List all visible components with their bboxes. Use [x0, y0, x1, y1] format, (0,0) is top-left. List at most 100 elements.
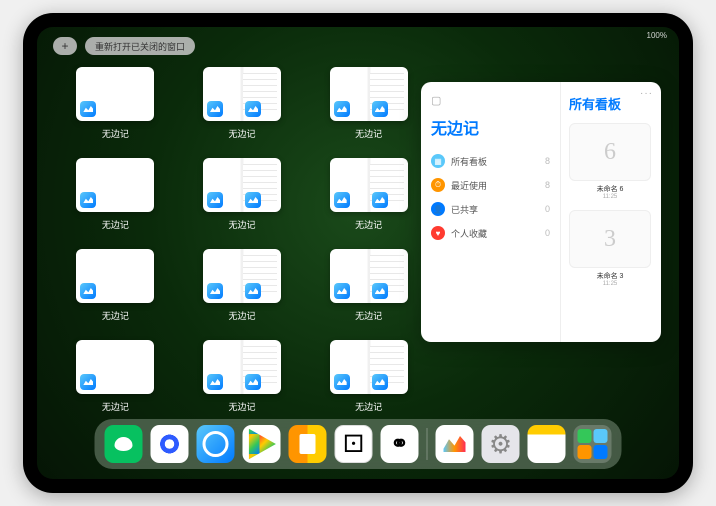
sidebar-item[interactable]: 👤 已共享 0 [431, 197, 550, 221]
board-thumbnail: 3 [569, 210, 651, 268]
window-thumbnail[interactable]: 无边记 [194, 158, 291, 231]
freeform-icon [245, 192, 261, 208]
thumbnail-preview [76, 249, 154, 303]
thumbnail-label: 无边记 [228, 127, 255, 140]
person-icon: 👤 [431, 202, 445, 216]
window-thumbnail[interactable]: 无边记 [67, 67, 164, 140]
qq-app-icon[interactable] [197, 425, 235, 463]
thumbnail-label: 无边记 [102, 127, 129, 140]
thumbnail-label: 无边记 [228, 218, 255, 231]
reopen-label: 重新打开已关闭的窗口 [95, 40, 185, 53]
sidebar-item[interactable]: ⏱ 最近使用 8 [431, 173, 550, 197]
folder-app-icon [578, 445, 592, 459]
dice-app-icon[interactable] [335, 425, 373, 463]
reopen-closed-window-button[interactable]: 重新打开已关闭的窗口 [85, 37, 195, 55]
settings-app-icon[interactable] [482, 425, 520, 463]
freeform-icon [207, 283, 223, 299]
window-grid: 无边记 无边记 无边记 无边记 无边记 无边记 无边记 无边记 无边记 无边记 … [67, 67, 417, 413]
wechat-app-icon[interactable] [105, 425, 143, 463]
top-controls: + 重新打开已关闭的窗口 [53, 37, 195, 55]
clock-icon: ⏱ [431, 178, 445, 192]
freeform-icon [334, 283, 350, 299]
freeform-icon [80, 283, 96, 299]
app-folder[interactable] [574, 425, 612, 463]
thumbnail-preview [203, 67, 281, 121]
thumbnail-label: 无边记 [228, 400, 255, 413]
new-window-button[interactable]: + [53, 37, 77, 55]
books-app-icon[interactable] [289, 425, 327, 463]
window-thumbnail[interactable]: 无边记 [67, 340, 164, 413]
thumbnail-preview [330, 340, 408, 394]
thumbnail-preview [203, 249, 281, 303]
board-thumbnail: 6 [569, 123, 651, 181]
heart-icon: ♥ [431, 226, 445, 240]
thumbnail-label: 无边记 [102, 400, 129, 413]
folder-app-icon [578, 429, 592, 443]
board-time: 11:25 [569, 281, 651, 287]
more-button[interactable]: ··· [640, 88, 653, 99]
freeform-icon [245, 283, 261, 299]
freeform-icon [372, 192, 388, 208]
folder-app-icon [594, 445, 608, 459]
thumbnail-label: 无边记 [228, 309, 255, 322]
notes-app-icon[interactable] [528, 425, 566, 463]
dock [95, 419, 622, 469]
panel-title: 无边记 [431, 115, 550, 139]
sidebar-item-label: 所有看板 [451, 155, 539, 168]
plus-icon: + [61, 39, 68, 53]
freeform-icon [334, 192, 350, 208]
thumbnail-label: 无边记 [355, 400, 382, 413]
status-bar: 100% [647, 31, 667, 40]
freeform-icon [245, 374, 261, 390]
grid-icon: ▦ [431, 154, 445, 168]
window-thumbnail[interactable]: 无边记 [320, 158, 417, 231]
thumbnail-preview [76, 158, 154, 212]
play-app-icon[interactable] [243, 425, 281, 463]
freeform-icon [372, 283, 388, 299]
freeform-icon [80, 192, 96, 208]
folder-app-icon [594, 429, 608, 443]
window-thumbnail[interactable]: 无边记 [194, 340, 291, 413]
board-card[interactable]: 6 未命名 6 11:25 [569, 123, 651, 200]
hub-app-icon[interactable] [381, 425, 419, 463]
sidebar-item-label: 已共享 [451, 203, 539, 216]
board-name: 未命名 6 [569, 184, 651, 194]
dock-separator [427, 428, 428, 460]
sidebar-item-count: 0 [545, 204, 550, 214]
window-thumbnail[interactable]: 无边记 [67, 158, 164, 231]
freeform-icon [80, 374, 96, 390]
window-thumbnail[interactable]: 无边记 [194, 67, 291, 140]
freeform-icon [207, 192, 223, 208]
window-thumbnail[interactable]: 无边记 [320, 340, 417, 413]
freeform-icon [207, 101, 223, 117]
window-thumbnail[interactable]: 无边记 [194, 249, 291, 322]
sidebar-item-label: 最近使用 [451, 179, 539, 192]
thumbnail-preview [203, 340, 281, 394]
panel-right: 所有看板 6 未命名 6 11:253 未命名 3 11:25 [561, 82, 661, 342]
sidebar-item[interactable]: ♥ 个人收藏 0 [431, 221, 550, 245]
thumbnail-preview [76, 340, 154, 394]
sidebar-toggle-icon[interactable]: ▢ [431, 94, 550, 107]
board-card[interactable]: 3 未命名 3 11:25 [569, 210, 651, 287]
window-thumbnail[interactable]: 无边记 [320, 249, 417, 322]
freeform-icon [372, 101, 388, 117]
sidebar-item-count: 8 [545, 156, 550, 166]
sidebar-item-count: 8 [545, 180, 550, 190]
board-time: 11:25 [569, 194, 651, 200]
window-thumbnail[interactable]: 无边记 [67, 249, 164, 322]
window-thumbnail[interactable]: 无边记 [320, 67, 417, 140]
quark-app-icon[interactable] [151, 425, 189, 463]
sidebar-panel: ··· ▢ 无边记 ▦ 所有看板 8⏱ 最近使用 8👤 已共享 0♥ 个人收藏 … [421, 82, 661, 342]
ipad-device: 100% + 重新打开已关闭的窗口 无边记 无边记 无边记 无边记 无边记 无边… [23, 13, 693, 493]
thumbnail-preview [330, 158, 408, 212]
thumbnail-preview [330, 249, 408, 303]
sidebar-item-count: 0 [545, 228, 550, 238]
sidebar-item[interactable]: ▦ 所有看板 8 [431, 149, 550, 173]
thumbnail-preview [76, 67, 154, 121]
board-name: 未命名 3 [569, 271, 651, 281]
freeform-app-icon[interactable] [436, 425, 474, 463]
freeform-icon [334, 374, 350, 390]
thumbnail-label: 无边记 [355, 127, 382, 140]
thumbnail-label: 无边记 [102, 309, 129, 322]
freeform-icon [372, 374, 388, 390]
